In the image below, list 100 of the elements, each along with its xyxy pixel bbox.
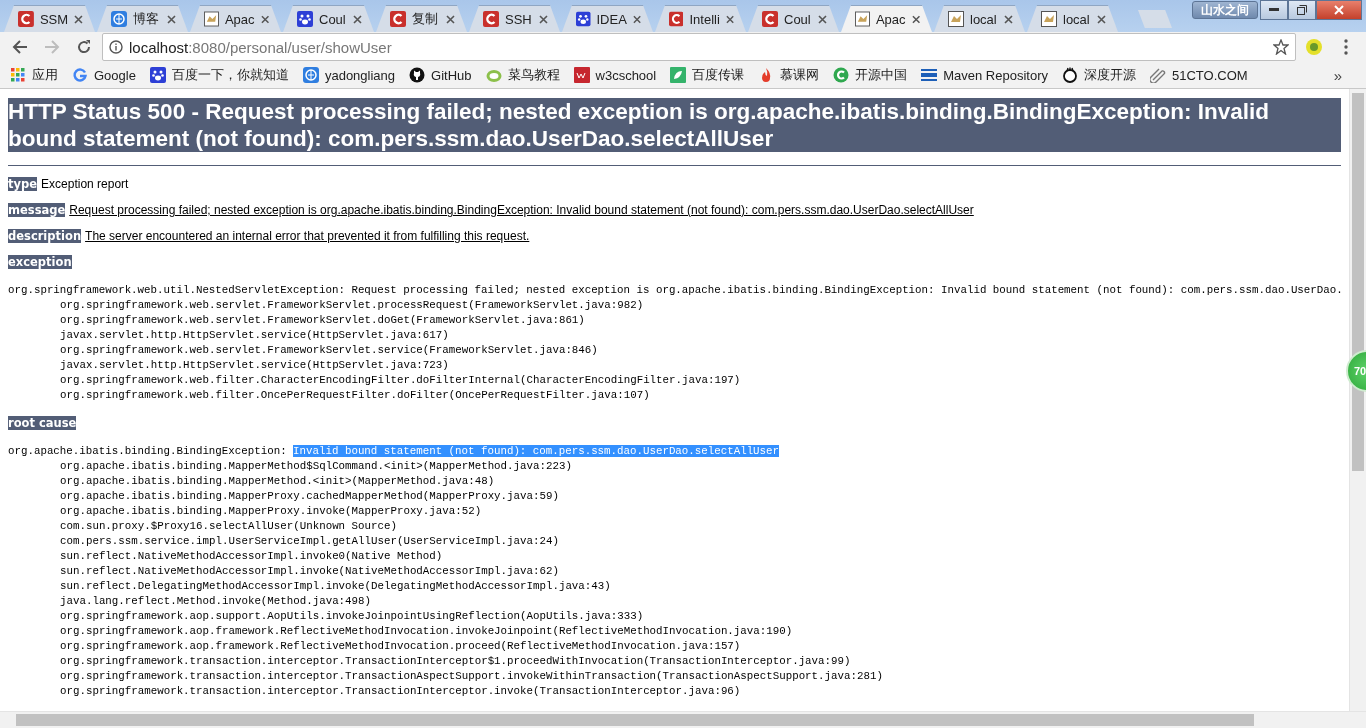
trace-line: com.pers.ssm.service.impl.UserServiceImpl.getAllUser(UserServiceImpl.java:24)	[59, 534, 560, 549]
scroll-thumb[interactable]	[16, 714, 1254, 726]
browser-tab[interactable]: Apac	[190, 5, 281, 32]
bookmark[interactable]: 应用	[10, 66, 58, 84]
tab-title: local	[970, 11, 998, 27]
trace-line: org.springframework.web.filter.OncePerRequestFilter.doFilter(OncePerRequestFilter.java:107)	[59, 388, 651, 403]
url-text: localhost:8080/personal/user/showUser	[129, 38, 393, 56]
browser-tab[interactable]: 复制	[376, 5, 467, 32]
c-logo-icon	[669, 11, 684, 27]
error-heading: HTTP Status 500 - Request processing failed; nested exception is org.apache.ibatis.binding.BindingException: Invalid bound statement (not found): com.pers.ssm.dao.UserDao.selectAllUser	[8, 98, 1341, 152]
bookmark[interactable]: Google	[72, 67, 136, 83]
bookmark[interactable]: 百度传课	[670, 66, 745, 84]
trace-line: org.apache.ibatis.binding.BindingException: Invalid bound statement (not found): com.pers.ssm.dao.UserDao.selectAllUser	[8, 444, 781, 459]
bookmark[interactable]: yadongliang	[302, 67, 396, 83]
info-icon[interactable]	[109, 40, 123, 54]
horizontal-scrollbar[interactable]	[0, 711, 1366, 728]
bookmark[interactable]: 菜鸟教程	[485, 66, 560, 84]
c-logo-icon	[833, 67, 850, 83]
trace-line: org.springframework.web.servlet.FrameworkServlet.processRequest(FrameworkServlet.java:982)	[59, 298, 645, 313]
trace-line: org.apache.ibatis.binding.MapperMethod.<init>(MapperMethod.java:48)	[59, 474, 496, 489]
trace-line: sun.reflect.NativeMethodAccessorImpl.invoke(NativeMethodAccessorImpl.java:62)	[59, 564, 560, 579]
field-label: type	[8, 177, 38, 191]
menu-icon[interactable]	[1344, 39, 1348, 55]
trace-line: org.springframework.web.servlet.FrameworkServlet.service(FrameworkServlet.java:846)	[59, 343, 599, 358]
close-icon[interactable]	[167, 14, 176, 24]
c-logo-icon	[390, 11, 406, 27]
close-icon[interactable]	[818, 14, 827, 24]
restore-button[interactable]	[1288, 0, 1316, 20]
bookmark[interactable]: 深度开源	[1062, 66, 1136, 84]
extension-icon[interactable]	[1305, 38, 1323, 56]
close-icon[interactable]	[911, 14, 920, 24]
bookmark[interactable]: 慕课网	[758, 66, 820, 84]
close-icon[interactable]	[446, 14, 455, 24]
trace-line: javax.servlet.http.HttpServlet.service(HttpServlet.java:723)	[59, 358, 450, 373]
scroll-thumb[interactable]	[1352, 93, 1364, 471]
close-icon[interactable]	[1004, 14, 1013, 24]
g-logo-icon	[72, 67, 88, 83]
close-icon[interactable]	[632, 14, 641, 24]
minimize-button[interactable]	[1260, 0, 1288, 20]
browser-tab[interactable]: Apac	[841, 5, 932, 32]
trace-line: org.springframework.web.filter.CharacterEncodingFilter.doFilterInternal(CharacterEncodingFilter.java:197)	[59, 373, 742, 388]
paw-icon	[576, 11, 591, 27]
trace-line: org.springframework.web.servlet.FrameworkServlet.doGet(FrameworkServlet.java:861)	[59, 313, 586, 328]
browser-tab[interactable]: SSH	[469, 5, 560, 32]
trace-line: org.springframework.aop.framework.ReflectiveMethodInvocation.proceed(ReflectiveMethodInvocation.java:157)	[59, 639, 742, 654]
w-logo-icon	[573, 67, 590, 83]
trace-line: com.sun.proxy.$Proxy16.selectAllUser(Unknown Source)	[59, 519, 398, 534]
paw-icon	[297, 11, 313, 27]
close-icon[interactable]	[539, 14, 548, 24]
cat-icon	[855, 11, 870, 27]
tab-title: IDEA	[596, 11, 627, 27]
close-icon	[1334, 5, 1344, 15]
more-bookmarks[interactable]: »	[1333, 66, 1356, 84]
trace-line: java.lang.reflect.Method.invoke(Method.java:498)	[59, 594, 372, 609]
stripes-icon	[921, 67, 938, 83]
leaf-icon	[670, 67, 687, 83]
trace-line: sun.reflect.NativeMethodAccessorImpl.invoke0(Native Method)	[59, 549, 444, 564]
close-icon[interactable]	[353, 14, 362, 24]
bookmark[interactable]: 百度一下，你就知道	[149, 66, 289, 84]
trace-line: org.apache.ibatis.binding.MapperMethod$SqlCommand.<init>(MapperMethod.java:223)	[59, 459, 573, 474]
bookmark[interactable]: w3cschool	[573, 67, 657, 83]
selected-text: Invalid bound statement (not found): com.pers.ssm.dao.UserDao.selectAllUser	[293, 445, 780, 457]
close-icon[interactable]	[74, 14, 83, 24]
browser-tab[interactable]: Coul	[748, 5, 839, 32]
tab-title: Coul	[319, 11, 347, 27]
trace-line: org.springframework.transaction.interceptor.TransactionAspectSupport.invokeWithinTransaction(TransactionAspectSupport.java:281)	[59, 669, 884, 684]
browser-tab[interactable]: local	[934, 5, 1025, 32]
browser-tab[interactable]: local	[1027, 5, 1118, 32]
section-label: root cause	[8, 416, 77, 430]
globe-icon	[302, 67, 319, 83]
tab-title: Apac	[224, 11, 255, 27]
trace-line: org.apache.ibatis.binding.MapperProxy.invoke(MapperProxy.java:52)	[59, 504, 483, 519]
trace-line: org.springframework.web.util.NestedServletException: Request processing failed; nested exception is org.apache.ibatis.binding.BindingException: Invalid bound statement (not found): com.pers.ssm.dao.UserDao.	[8, 283, 1341, 298]
browser-tab[interactable]: SSM	[4, 5, 95, 32]
close-icon[interactable]	[725, 14, 734, 24]
tab-title: 博客	[133, 10, 160, 28]
star-icon[interactable]	[1273, 39, 1289, 55]
globe-icon	[111, 11, 127, 27]
cat-silhouette-icon	[409, 67, 426, 83]
trace-line: org.apache.ibatis.binding.MapperProxy.cachedMapperMethod(MapperProxy.java:59)	[59, 489, 560, 504]
close-icon[interactable]	[1097, 14, 1106, 24]
browser-tab[interactable]: Intelli	[655, 5, 746, 32]
close-window-button[interactable]	[1316, 0, 1362, 20]
browser-tab[interactable]: IDEA	[562, 5, 653, 32]
browser-tab[interactable]: 博客	[97, 5, 188, 32]
bookmark[interactable]: 51CTO.COM	[1150, 67, 1248, 83]
reload-icon[interactable]	[76, 39, 92, 55]
bookmark[interactable]: 开源中国	[833, 66, 908, 84]
bookmark[interactable]: Maven Repository	[921, 67, 1048, 83]
vertical-scrollbar[interactable]	[1349, 89, 1366, 711]
paperclip-icon	[1150, 67, 1166, 83]
close-icon[interactable]	[260, 14, 269, 24]
minimize-icon	[1269, 8, 1279, 12]
address-bar[interactable]: localhost:8080/personal/user/showUser	[102, 33, 1296, 61]
bookmark[interactable]: GitHub	[409, 67, 472, 83]
field-value: Request processing failed; nested exception is org.apache.ibatis.binding.BindingException: Invalid bound statement (not found): com.pers.ssm.dao.UserDao.selectAllUser	[69, 203, 974, 217]
apps-grid-icon[interactable]	[10, 67, 26, 83]
tab-title: local	[1063, 11, 1091, 27]
browser-tab[interactable]: Coul	[283, 5, 374, 32]
back-arrow-icon[interactable]	[12, 39, 28, 55]
